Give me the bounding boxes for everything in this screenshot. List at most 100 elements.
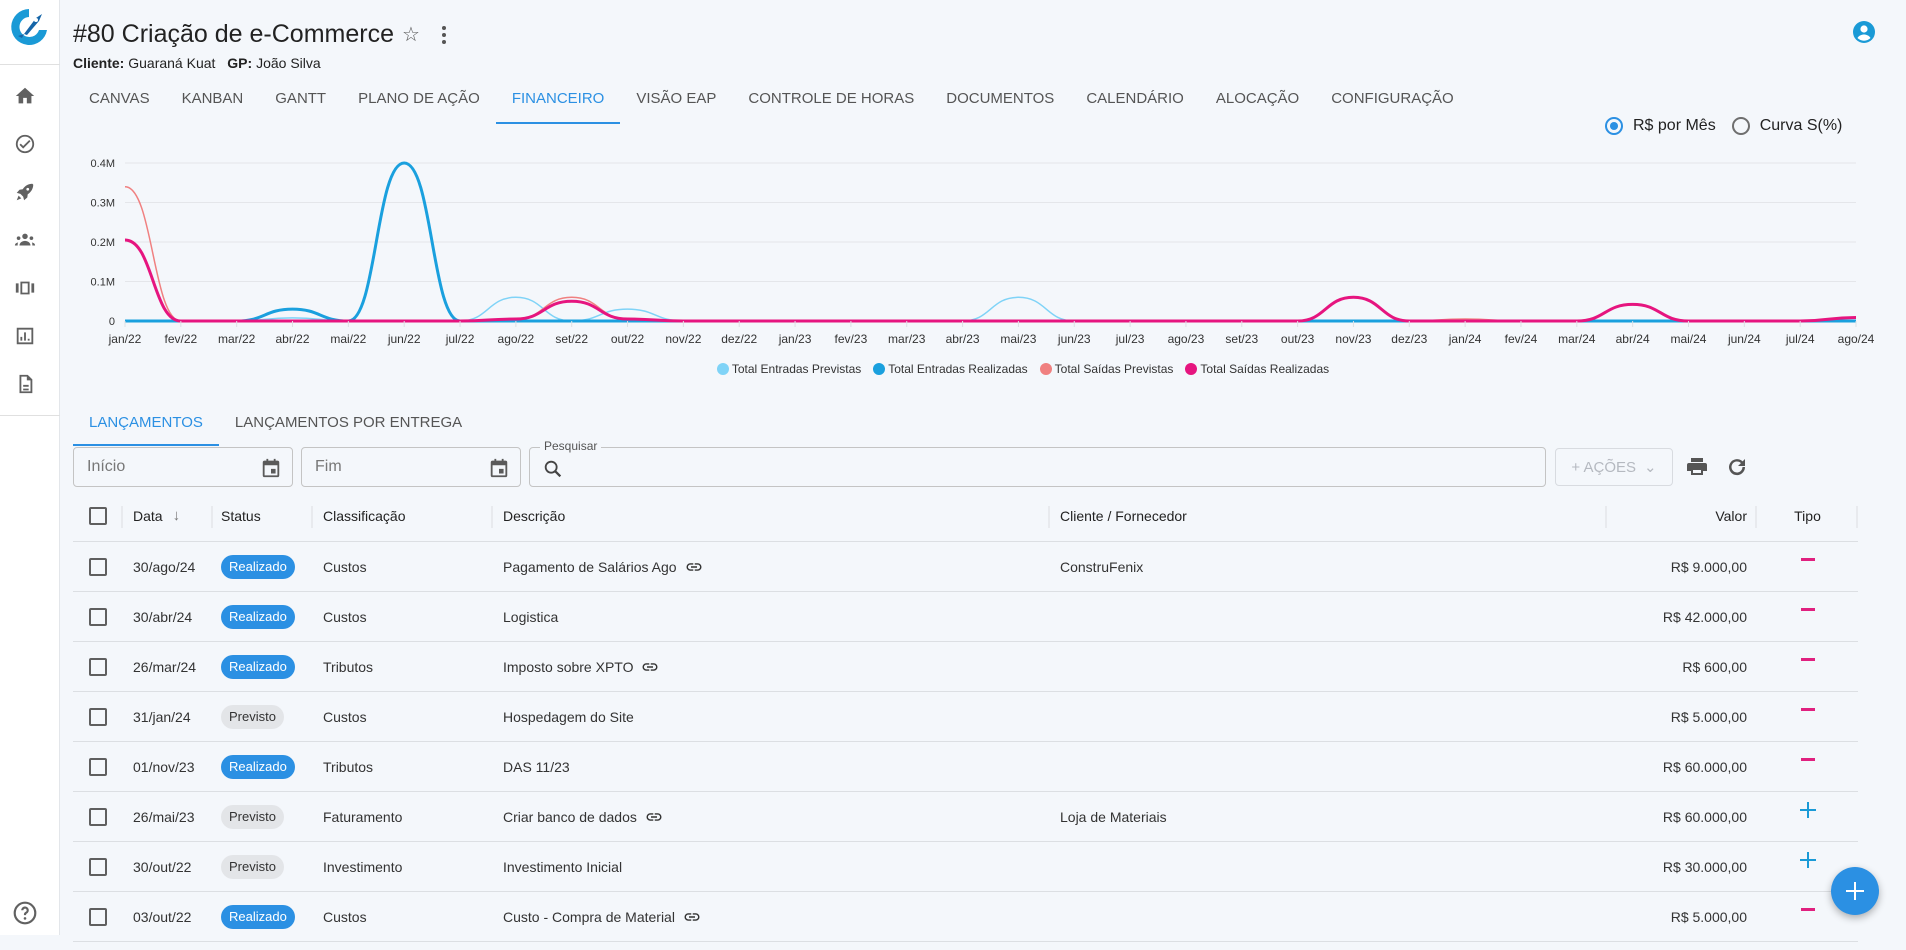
row-checkbox[interactable] bbox=[89, 757, 107, 776]
legend-dot bbox=[716, 363, 729, 375]
table-row[interactable]: 03/out/22 Realizado Custos Custo - Compra d… bbox=[73, 892, 1858, 942]
search-input[interactable] bbox=[530, 448, 1545, 486]
series-line-total-sa-das-previstas[interactable] bbox=[124, 185, 1857, 322]
header-type[interactable]: Tipo bbox=[1757, 490, 1858, 541]
legend-saidas-previstas[interactable]: Total Saídas Previstas bbox=[1039, 362, 1174, 376]
row-checkbox[interactable] bbox=[89, 857, 107, 876]
view-carousel-icon[interactable] bbox=[13, 276, 37, 300]
link-icon[interactable] bbox=[685, 558, 703, 576]
header-client[interactable]: Cliente / Fornecedor bbox=[1050, 490, 1607, 541]
app-logo-icon[interactable] bbox=[6, 4, 52, 50]
tab-plano-de-acao[interactable]: PLANO DE AÇÃO bbox=[342, 86, 496, 124]
header-classification[interactable]: Classificação bbox=[313, 490, 493, 541]
legend-saidas-realizadas[interactable]: Total Saídas Realizadas bbox=[1185, 362, 1329, 376]
row-checkbox[interactable] bbox=[89, 607, 107, 626]
client-cell: Loja de Materiais bbox=[1060, 808, 1167, 825]
check-circle-icon[interactable] bbox=[13, 132, 37, 156]
tab-gantt[interactable]: GANTT bbox=[259, 86, 342, 124]
x-tick-label: abr/22 bbox=[276, 332, 310, 346]
date-cell: 30/abr/24 bbox=[133, 608, 193, 625]
tab-configuracao[interactable]: CONFIGURAÇÃO bbox=[1315, 86, 1470, 124]
more-vert-icon[interactable] bbox=[434, 23, 454, 47]
x-tick-label: jul/22 bbox=[445, 332, 475, 346]
calendar-icon[interactable] bbox=[488, 457, 510, 479]
date-cell: 26/mai/23 bbox=[133, 808, 195, 825]
start-date-field bbox=[73, 447, 293, 487]
minus-icon bbox=[1799, 701, 1817, 719]
actions-button[interactable]: + AÇÕES ⌄ bbox=[1555, 448, 1673, 486]
legend-entradas-previstas[interactable]: Total Entradas Previstas bbox=[716, 362, 861, 376]
row-checkbox[interactable] bbox=[89, 807, 107, 826]
tab-documentos[interactable]: DOCUMENTOS bbox=[930, 86, 1070, 124]
tab-calendario[interactable]: CALENDÁRIO bbox=[1070, 86, 1200, 124]
classification-cell: Custos bbox=[323, 558, 367, 575]
x-tick-label: mai/24 bbox=[1670, 332, 1706, 346]
type-cell bbox=[1757, 692, 1858, 741]
rocket-icon[interactable] bbox=[13, 180, 37, 204]
arrow-down-icon[interactable]: ↓ bbox=[173, 507, 181, 524]
row-checkbox[interactable] bbox=[89, 907, 107, 926]
tab-visao-eap[interactable]: VISÃO EAP bbox=[620, 86, 732, 124]
description-cell: Criar banco de dados bbox=[493, 792, 1050, 841]
type-cell bbox=[1757, 792, 1858, 841]
tab-financeiro[interactable]: FINANCEIRO bbox=[495, 86, 621, 124]
legend-label: Total Saídas Previstas bbox=[1054, 362, 1174, 376]
description-text: Logistica bbox=[503, 608, 559, 625]
description-text: Pagamento de Salários Ago bbox=[503, 558, 677, 575]
help-icon[interactable] bbox=[12, 900, 38, 926]
link-icon[interactable] bbox=[645, 808, 663, 826]
link-icon[interactable] bbox=[683, 908, 701, 926]
status-badge: Realizado bbox=[221, 654, 295, 679]
select-cell bbox=[73, 742, 123, 791]
row-checkbox[interactable] bbox=[89, 707, 107, 726]
legend-entradas-realizadas[interactable]: Total Entradas Realizadas bbox=[873, 362, 1028, 376]
tab-alocacao[interactable]: ALOCAÇÃO bbox=[1200, 86, 1315, 124]
x-tick-label: dez/23 bbox=[1391, 332, 1427, 346]
table-row[interactable]: 26/mar/24 Realizado Tributos Imposto sobre … bbox=[73, 642, 1858, 692]
value-cell: R$ 9.000,00 bbox=[1670, 558, 1747, 575]
client-cell: ConstruFenix bbox=[1060, 558, 1144, 575]
x-tick-label: set/23 bbox=[1225, 332, 1258, 346]
radio-rs-por-mes[interactable]: R$ por Mês bbox=[1605, 117, 1716, 135]
row-checkbox[interactable] bbox=[89, 557, 107, 576]
table-row[interactable]: 30/ago/24 Realizado Custos Pagamento de Sal… bbox=[73, 542, 1858, 592]
refresh-icon[interactable] bbox=[1725, 455, 1749, 479]
link-icon[interactable] bbox=[641, 658, 659, 676]
radio-curva-s[interactable]: Curva S(%) bbox=[1731, 117, 1842, 135]
select-all-checkbox[interactable] bbox=[89, 506, 107, 525]
tab-canvas[interactable]: CANVAS bbox=[73, 86, 166, 124]
print-icon[interactable] bbox=[1685, 455, 1709, 479]
x-tick-label: fev/24 bbox=[1505, 332, 1538, 346]
value-cell: R$ 42.000,00 bbox=[1662, 608, 1747, 625]
description-cell: Hospedagem do Site bbox=[493, 692, 1050, 741]
tab-kanban[interactable]: KANBAN bbox=[166, 86, 260, 124]
header-description[interactable]: Descrição bbox=[493, 490, 1050, 541]
tab-lancamentos[interactable]: LANÇAMENTOS bbox=[73, 410, 219, 446]
client-cell bbox=[1050, 842, 1607, 891]
table-row[interactable]: 01/nov/23 Realizado Tributos DAS 11/23 R$ 60… bbox=[73, 742, 1858, 792]
description-cell: Logistica bbox=[493, 592, 1050, 641]
table-row[interactable]: 30/out/22 Previsto Investimento Investiment… bbox=[73, 842, 1858, 892]
tab-lancamentos-por-entrega[interactable]: LANÇAMENTOS POR ENTREGA bbox=[219, 410, 478, 446]
type-cell bbox=[1757, 742, 1858, 791]
header-value[interactable]: Valor bbox=[1607, 490, 1757, 541]
tab-controle-de-horas[interactable]: CONTROLE DE HORAS bbox=[732, 86, 930, 124]
client-cell bbox=[1050, 742, 1607, 791]
home-icon[interactable] bbox=[13, 84, 37, 108]
groups-icon[interactable] bbox=[13, 228, 37, 252]
table-row[interactable]: 31/jan/24 Previsto Custos Hospedagem do Sit… bbox=[73, 692, 1858, 742]
actions-label: + AÇÕES bbox=[1571, 458, 1637, 476]
classification-cell: Tributos bbox=[323, 658, 374, 675]
account-circle-icon[interactable] bbox=[1852, 20, 1876, 44]
header-status[interactable]: Status bbox=[213, 490, 313, 541]
chart-icon[interactable] bbox=[13, 324, 37, 348]
table-row[interactable]: 30/abr/24 Realizado Custos Logistica R$ 42.0… bbox=[73, 592, 1858, 642]
calendar-icon[interactable] bbox=[260, 457, 282, 479]
header-date[interactable]: Data ↓ bbox=[123, 490, 213, 541]
star-icon[interactable]: ☆ bbox=[402, 22, 420, 47]
add-lancamento-button[interactable] bbox=[1831, 867, 1879, 915]
row-checkbox[interactable] bbox=[89, 657, 107, 676]
y-tick-label: 0.4M bbox=[91, 158, 115, 170]
table-row[interactable]: 26/mai/23 Previsto Faturamento Criar banco … bbox=[73, 792, 1858, 842]
description-text: DAS 11/23 bbox=[503, 758, 570, 775]
